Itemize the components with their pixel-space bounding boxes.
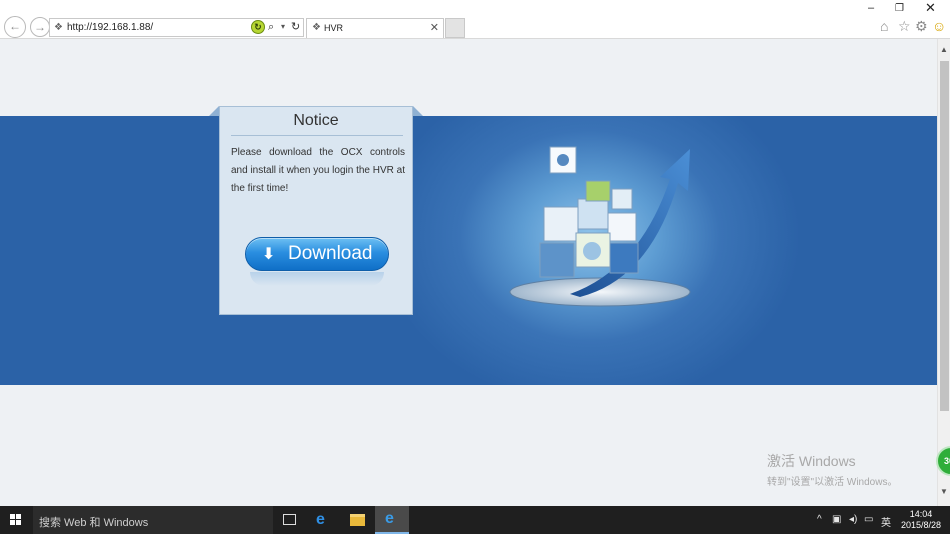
url-text[interactable]: http://192.168.1.88/ [67, 22, 153, 33]
search-icon[interactable]: ⌕ [268, 21, 274, 34]
browser-chrome: ← → ❖ http://192.168.1.88/ ↻ ⌕ ▾ ↻ ❖ HVR… [0, 0, 950, 39]
taskbar: 搜索 Web 和 Windows e e ^ ▣ ◂) ▭ 英 14:04 20… [0, 506, 950, 534]
watermark-line1: 激活 Windows [767, 453, 856, 469]
tab-favicon-icon: ❖ [312, 22, 321, 33]
start-windows-icon[interactable] [10, 514, 22, 526]
task-view-icon[interactable] [283, 514, 296, 525]
file-explorer-icon[interactable] [350, 514, 365, 526]
taskbar-search-box[interactable]: 搜索 Web 和 Windows [33, 506, 273, 534]
taskbar-search-placeholder: 搜索 Web 和 Windows [39, 517, 149, 529]
clock-date: 2015/8/28 [900, 520, 942, 530]
banner-band [0, 116, 937, 385]
minimize-icon[interactable]: – [868, 2, 874, 14]
page-favicon-icon: ❖ [54, 22, 63, 33]
edge-browser-icon[interactable]: e [316, 511, 325, 529]
download-button[interactable]: ⬇ Download [245, 237, 389, 271]
notice-message: Please download the OCX controls and ins… [231, 147, 405, 194]
smiley-icon[interactable]: ☺ [932, 18, 946, 34]
download-label: Download [288, 243, 373, 264]
address-bar[interactable]: ❖ http://192.168.1.88/ ↻ ⌕ ▾ ↻ [49, 18, 304, 37]
scroll-thumb[interactable] [940, 61, 949, 411]
network-icon[interactable]: ▣ [832, 514, 841, 525]
notice-divider [231, 135, 403, 136]
forward-icon[interactable]: → [30, 17, 50, 37]
tab-hvr[interactable]: ❖ HVR ✕ [306, 18, 444, 38]
system-clock[interactable]: 14:04 2015/8/28 [898, 509, 944, 531]
close-tab-icon[interactable]: ✕ [430, 21, 439, 34]
notice-title: Notice [293, 112, 339, 129]
download-arrow-icon: ⬇ [262, 246, 276, 263]
cube-tiles [539, 146, 639, 278]
notice-ear-right [413, 106, 423, 116]
internet-explorer-icon: e [385, 510, 394, 527]
scroll-down-icon[interactable]: ▼ [940, 487, 948, 496]
close-window-icon[interactable]: ✕ [925, 0, 936, 16]
page-content: Notice Please download the OCX controls … [0, 39, 937, 506]
favorites-star-icon[interactable]: ☆ [898, 18, 911, 34]
cube-illustration [509, 146, 691, 307]
clock-time: 14:04 [909, 509, 933, 519]
compat-view-icon[interactable]: ↻ [251, 20, 265, 34]
watermark-line2: 转到"设置"以激活 Windows。 [767, 477, 898, 488]
activation-watermark: 激活 Windows 转到"设置"以激活 Windows。 [767, 451, 897, 488]
action-center-icon[interactable]: ▭ [864, 514, 873, 525]
home-icon[interactable]: ⌂ [880, 18, 888, 34]
volume-icon[interactable]: ◂) [849, 514, 857, 525]
back-icon[interactable]: ← [4, 16, 26, 38]
new-tab-button[interactable] [445, 18, 465, 38]
restore-icon[interactable]: ❐ [895, 3, 904, 14]
address-dropdown-icon[interactable]: ▾ [281, 22, 285, 31]
input-language[interactable]: 英 [881, 514, 891, 529]
tab-title: HVR [324, 23, 344, 33]
refresh-icon[interactable]: ↻ [291, 20, 300, 33]
notice-ear-left [209, 106, 219, 116]
download-reflection [250, 272, 384, 286]
page-scrollbar[interactable]: ▲ ▼ [937, 39, 950, 506]
tray-overflow-icon[interactable]: ^ [817, 514, 822, 525]
scroll-up-icon[interactable]: ▲ [940, 45, 948, 54]
gear-icon[interactable]: ⚙ [915, 18, 928, 34]
taskbar-ie-button[interactable]: e [375, 506, 409, 534]
